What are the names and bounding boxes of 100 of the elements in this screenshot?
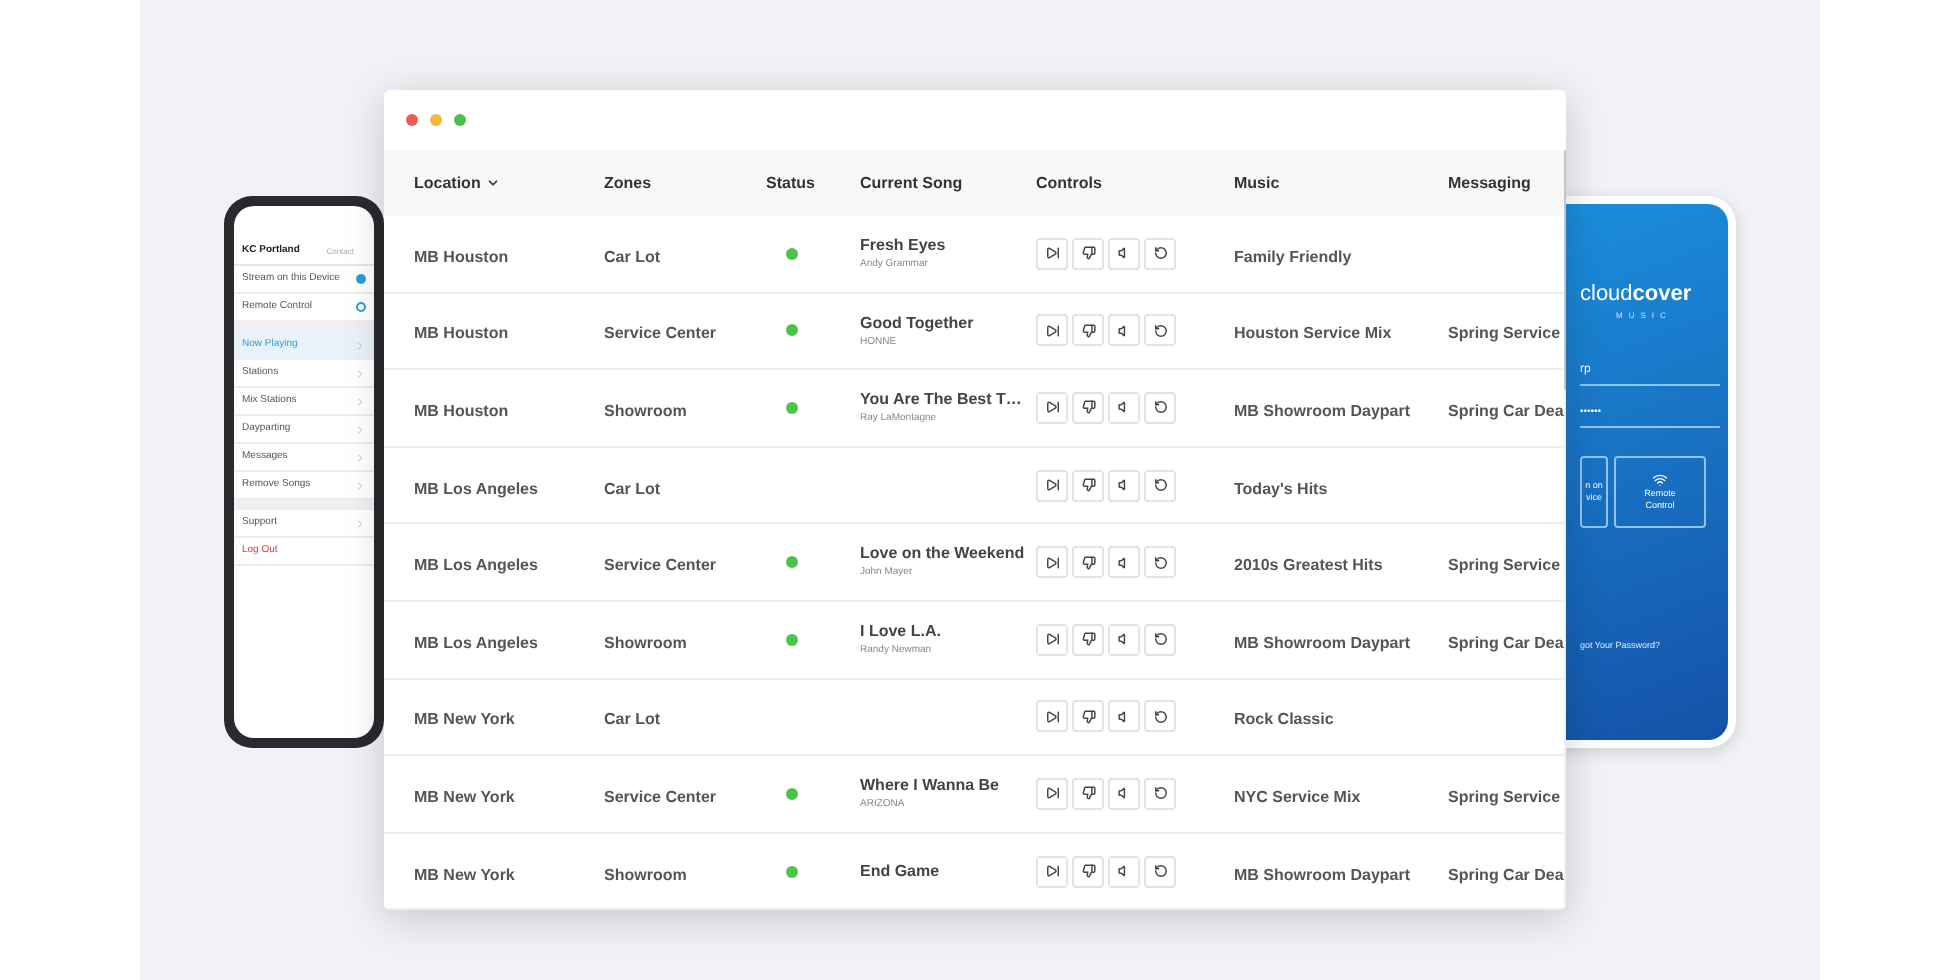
song-title: End Game (860, 859, 942, 884)
rotate-icon (1153, 786, 1167, 801)
table-cell: Spring Car Dea (1448, 633, 1564, 652)
table-cell: MB Los Angeles (414, 479, 538, 498)
skip-icon (1045, 323, 1059, 338)
control-button[interactable] (1144, 700, 1176, 733)
control-button[interactable] (1108, 623, 1140, 656)
column-header: Controls (1036, 171, 1102, 195)
table-cell: MB Houston (414, 247, 509, 266)
speaker-icon (1117, 246, 1131, 261)
wifi-icon (1652, 471, 1668, 487)
table-cell: Car Lot (604, 710, 660, 729)
control-button[interactable] (1036, 314, 1068, 347)
skip-icon (1045, 864, 1059, 879)
logo-text: cloudcover (1580, 284, 1694, 306)
table-cell: Car Lot (604, 479, 660, 498)
control-button[interactable] (1036, 700, 1068, 733)
control-button[interactable] (1072, 314, 1104, 347)
thumbs-down-icon (1081, 323, 1095, 338)
skip-icon (1045, 632, 1059, 647)
scrollbar-thumb[interactable] (1563, 150, 1566, 390)
control-button[interactable] (1072, 546, 1104, 579)
control-button[interactable] (1072, 855, 1104, 888)
control-button[interactable] (1108, 314, 1140, 347)
song-title: Love on the Weekend (860, 542, 1027, 566)
control-button[interactable] (1108, 391, 1140, 424)
rotate-icon (1153, 400, 1167, 415)
control-button[interactable] (1036, 391, 1068, 424)
table-cell: MB Los Angeles (414, 556, 538, 575)
table-cell: Spring Car Dea (1448, 865, 1564, 884)
speaker-icon (1117, 478, 1131, 493)
speaker-icon (1117, 400, 1131, 415)
control-button[interactable] (1144, 623, 1176, 656)
table-cell: Showroom (604, 865, 687, 884)
table-cell: MB Los Angeles (414, 633, 538, 652)
control-button[interactable] (1108, 700, 1140, 733)
control-button[interactable] (1072, 469, 1104, 502)
control-button[interactable] (1072, 777, 1104, 810)
control-button[interactable] (1108, 237, 1140, 270)
table-cell: Spring Service (1448, 787, 1561, 806)
table-cell: MB Showroom Daypart (1234, 401, 1411, 420)
column-header: Status (766, 171, 815, 195)
control-button[interactable] (1036, 855, 1068, 888)
chevron-icon (354, 451, 366, 463)
skip-icon (1045, 786, 1059, 801)
thumbs-down-icon (1081, 555, 1095, 570)
chevron-icon (354, 339, 366, 351)
control-button[interactable] (1036, 623, 1068, 656)
table-cell: MB Houston (414, 401, 509, 420)
control-button[interactable] (1036, 237, 1068, 270)
speaker-icon (1117, 786, 1131, 801)
sort-caret-icon (486, 176, 501, 190)
control-button[interactable] (1108, 777, 1140, 810)
control-button[interactable] (1144, 469, 1176, 502)
table-cell: MB New York (414, 787, 515, 806)
chevron-icon (354, 517, 366, 529)
control-button[interactable] (1072, 700, 1104, 733)
control-button[interactable] (1144, 391, 1176, 424)
control-button[interactable] (1144, 777, 1176, 810)
control-button[interactable] (1036, 777, 1068, 810)
control-button[interactable] (1072, 237, 1104, 270)
column-header[interactable]: Location (414, 171, 501, 195)
chevron-icon (354, 395, 366, 407)
skip-icon (1045, 478, 1059, 493)
table-cell: Service Center (604, 556, 717, 575)
skip-icon (1045, 246, 1059, 261)
table-cell: Spring Service (1448, 556, 1561, 575)
thumbs-down-icon (1081, 632, 1095, 647)
control-button[interactable] (1144, 855, 1176, 888)
control-button[interactable] (1108, 546, 1140, 579)
table-cell: MB New York (414, 865, 515, 884)
chevron-icon (354, 367, 366, 379)
thumbs-down-icon (1081, 864, 1095, 879)
control-button[interactable] (1144, 314, 1176, 347)
rotate-icon (1153, 864, 1167, 879)
song-title: Good Together (860, 311, 976, 336)
thumbs-down-icon (1081, 400, 1095, 415)
rotate-icon (1153, 323, 1167, 338)
skip-icon (1045, 400, 1059, 415)
control-button[interactable] (1108, 469, 1140, 502)
speaker-icon (1117, 555, 1131, 570)
control-button[interactable] (1072, 391, 1104, 424)
speaker-icon (1117, 864, 1131, 879)
thumbs-down-icon (1081, 478, 1095, 493)
control-button[interactable] (1144, 546, 1176, 579)
table-cell: Service Center (604, 787, 717, 806)
column-header: Current Song (860, 171, 963, 195)
song-title: Where I Wanna Be (860, 774, 1001, 799)
control-button[interactable] (1036, 469, 1068, 502)
control-button[interactable] (1072, 623, 1104, 656)
control-button[interactable] (1108, 855, 1140, 888)
rotate-icon (1153, 632, 1167, 647)
thumbs-down-icon (1081, 786, 1095, 801)
control-button[interactable] (1036, 546, 1068, 579)
table-cell: Spring Car Dea (1448, 401, 1564, 420)
control-button[interactable] (1144, 237, 1176, 270)
rotate-icon (1153, 555, 1167, 570)
rotate-icon (1153, 709, 1167, 724)
table-cell: NYC Service Mix (1234, 787, 1361, 806)
song-title: You Are The Best T… (860, 388, 1024, 413)
